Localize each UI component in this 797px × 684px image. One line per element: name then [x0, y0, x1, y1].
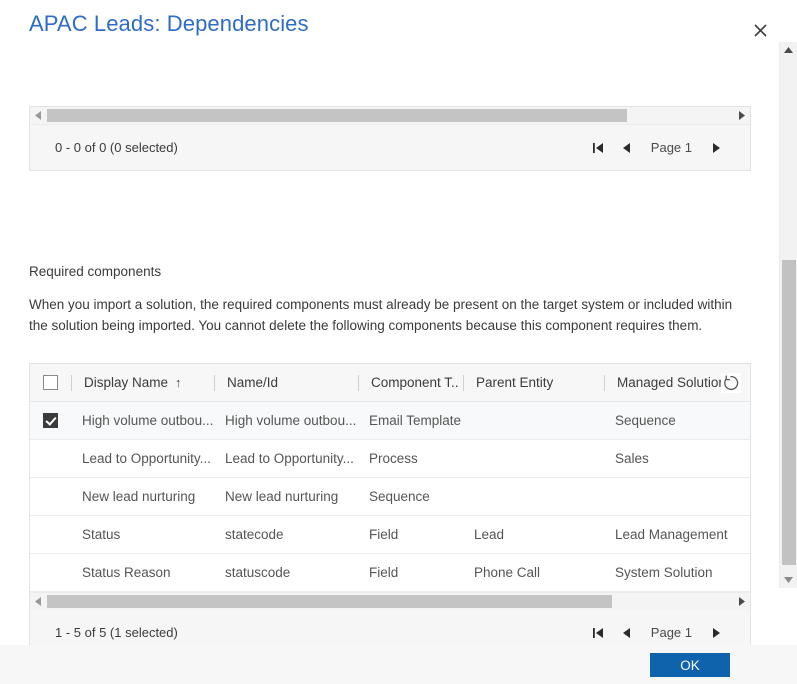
cell-name-id: statuscode	[214, 553, 358, 592]
row-select-cell[interactable]	[30, 439, 71, 478]
cell-display-name: High volume outbou...	[71, 401, 214, 440]
required-components-grid-block: Display Name ↑ Name/Id Component T.. Par…	[29, 363, 751, 645]
cell-managed-solution: Sales	[604, 439, 750, 478]
table-row[interactable]: Lead to Opportunity... Lead to Opportuni…	[30, 439, 750, 478]
cell-name-id: High volume outbou...	[214, 401, 358, 440]
cell-component-type: Field	[358, 553, 463, 592]
column-header-display-name[interactable]: Display Name ↑	[71, 364, 214, 402]
cell-managed-solution	[604, 477, 750, 516]
scroll-down-icon[interactable]	[780, 571, 797, 588]
table-row[interactable]: Status statecode Field Lead Lead Managem…	[30, 515, 750, 554]
grid-record-count: 1 - 5 of 5 (1 selected)	[55, 625, 178, 640]
required-components-description: When you import a solution, the required…	[29, 297, 733, 333]
scroll-right-icon[interactable]	[733, 593, 750, 610]
column-header-name-id[interactable]: Name/Id	[214, 364, 358, 402]
loading-spinner-icon	[721, 373, 741, 393]
column-header-component-type-label: Component T..	[371, 375, 459, 390]
previous-page-button[interactable]	[613, 133, 639, 163]
column-header-managed-solution[interactable]: Managed Solution	[604, 364, 750, 402]
required-components-heading: Required components	[29, 264, 162, 279]
column-header-component-type[interactable]: Component T..	[358, 364, 463, 402]
scroll-left-icon[interactable]	[30, 107, 47, 124]
cell-component-type: Field	[358, 515, 463, 554]
page-indicator: Page 1	[650, 625, 692, 640]
row-select-cell[interactable]	[30, 477, 71, 516]
cell-managed-solution: Sequence	[604, 401, 750, 440]
cell-component-type: Email Template	[358, 401, 463, 440]
scroll-right-icon[interactable]	[733, 107, 750, 124]
ok-button[interactable]: OK	[650, 653, 730, 677]
cell-parent-entity: Lead	[463, 515, 604, 554]
required-components-grid-frame: Display Name ↑ Name/Id Component T.. Par…	[29, 363, 751, 645]
table-header-row: Display Name ↑ Name/Id Component T.. Par…	[30, 364, 750, 402]
top-grid-pager: 0 - 0 of 0 (0 selected) Page 1	[30, 125, 750, 170]
sort-ascending-icon: ↑	[175, 375, 182, 390]
grid-pager-nav: Page 1	[585, 610, 730, 645]
grid-scroll-thumb[interactable]	[47, 595, 612, 608]
first-page-button[interactable]	[585, 133, 611, 163]
table-row[interactable]: High volume outbou... High volume outbou…	[30, 401, 750, 440]
cell-managed-solution: Lead Management	[604, 515, 750, 554]
table-row[interactable]: New lead nurturing New lead nurturing Se…	[30, 477, 750, 516]
close-icon[interactable]	[747, 17, 773, 43]
page-title: APAC Leads: Dependencies	[29, 11, 309, 36]
cell-name-id: Lead to Opportunity...	[214, 439, 358, 478]
top-grid-horizontal-scrollbar[interactable]	[30, 107, 750, 125]
previous-page-button[interactable]	[613, 618, 639, 646]
top-grid-block: 0 - 0 of 0 (0 selected) Page 1	[29, 106, 751, 171]
cell-display-name: New lead nurturing	[71, 477, 214, 516]
row-select-cell[interactable]	[30, 401, 71, 440]
next-page-button[interactable]	[704, 133, 730, 163]
cell-display-name: Lead to Opportunity...	[71, 439, 214, 478]
table-row[interactable]: Status Reason statuscode Field Phone Cal…	[30, 553, 750, 592]
dialog-footer: OK	[0, 645, 797, 684]
scroll-left-icon[interactable]	[30, 593, 47, 610]
required-components-table: Display Name ↑ Name/Id Component T.. Par…	[30, 364, 750, 592]
cell-display-name: Status Reason	[71, 553, 214, 592]
cell-parent-entity	[463, 401, 604, 440]
dialog-vertical-scrollbar[interactable]	[779, 42, 797, 588]
select-all-checkbox[interactable]	[43, 375, 58, 390]
cell-parent-entity	[463, 439, 604, 478]
grid-horizontal-scrollbar[interactable]	[30, 592, 750, 610]
top-grid-pager-nav: Page 1	[585, 125, 730, 170]
column-header-display-name-label: Display Name	[84, 375, 169, 390]
dialog-body: 0 - 0 of 0 (0 selected) Page 1 Required …	[0, 58, 779, 645]
page-indicator: Page 1	[650, 140, 692, 155]
first-page-button[interactable]	[585, 618, 611, 646]
cell-parent-entity	[463, 477, 604, 516]
column-header-parent-entity-label: Parent Entity	[476, 375, 554, 390]
cell-parent-entity: Phone Call	[463, 553, 604, 592]
grid-pager: 1 - 5 of 5 (1 selected) Page 1	[30, 610, 750, 645]
top-grid-frame: 0 - 0 of 0 (0 selected) Page 1	[29, 106, 751, 171]
top-grid-record-count: 0 - 0 of 0 (0 selected)	[55, 140, 178, 155]
top-grid-scroll-thumb[interactable]	[47, 109, 627, 122]
dialog-header: APAC Leads: Dependencies	[0, 0, 797, 58]
table-body: High volume outbou... High volume outbou…	[30, 401, 750, 592]
column-header-select-all[interactable]	[30, 364, 71, 402]
row-select-cell[interactable]	[30, 515, 71, 554]
row-checkbox[interactable]	[43, 413, 58, 429]
column-header-parent-entity[interactable]: Parent Entity	[463, 364, 604, 402]
cell-managed-solution: System Solution	[604, 553, 750, 592]
cell-component-type: Sequence	[358, 477, 463, 516]
next-page-button[interactable]	[704, 618, 730, 646]
column-header-name-id-label: Name/Id	[227, 375, 279, 390]
cell-name-id: statecode	[214, 515, 358, 554]
cell-component-type: Process	[358, 439, 463, 478]
dialog-scroll-thumb[interactable]	[782, 260, 796, 565]
scroll-up-icon[interactable]	[780, 42, 797, 59]
cell-name-id: New lead nurturing	[214, 477, 358, 516]
cell-display-name: Status	[71, 515, 214, 554]
row-select-cell[interactable]	[30, 553, 71, 592]
column-header-managed-solution-label: Managed Solution	[617, 375, 726, 390]
